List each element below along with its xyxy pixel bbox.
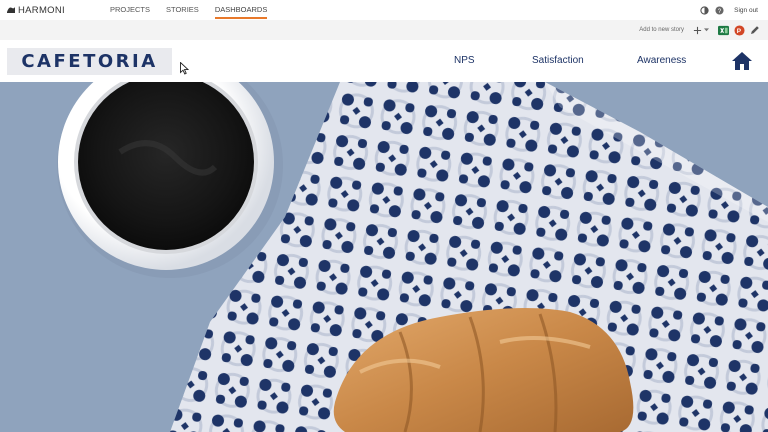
- appbar-actions: ? Sign out: [700, 0, 758, 20]
- harmoni-mark-icon: [7, 7, 15, 13]
- excel-icon[interactable]: [718, 25, 729, 36]
- app-bar: HARMONI PROJECTS STORIES DASHBOARDS ? Si…: [0, 0, 768, 21]
- tab-nps[interactable]: NPS: [454, 40, 475, 82]
- brand-name: HARMONI: [18, 4, 65, 16]
- mouse-cursor-icon: [180, 62, 189, 75]
- signout-link[interactable]: Sign out: [734, 7, 758, 14]
- hero-illustration: [0, 82, 768, 432]
- hero-image: [0, 82, 768, 432]
- home-icon[interactable]: [731, 51, 753, 71]
- add-to-story-label: Add to new story: [639, 27, 684, 33]
- chevron-down-icon: [704, 28, 709, 32]
- cafetoria-logo[interactable]: CAFETORIA: [7, 48, 172, 75]
- svg-text:?: ?: [718, 7, 722, 14]
- help-icon[interactable]: ?: [715, 5, 724, 15]
- contrast-icon[interactable]: [700, 5, 709, 15]
- plus-icon: [693, 26, 702, 34]
- harmoni-logo[interactable]: HARMONI: [6, 4, 65, 16]
- svg-text:P: P: [737, 27, 742, 34]
- toolbar-actions: Add to new story P: [639, 20, 760, 40]
- powerpoint-icon[interactable]: P: [734, 24, 745, 36]
- dashboard-header: CAFETORIA NPS Satisfaction Awareness: [0, 40, 768, 82]
- pencil-icon[interactable]: [750, 25, 760, 35]
- nav-dashboards[interactable]: DASHBOARDS: [214, 0, 268, 19]
- add-to-story-button[interactable]: [689, 23, 713, 37]
- nav-stories[interactable]: STORIES: [166, 0, 199, 19]
- nav-projects[interactable]: PROJECTS: [110, 0, 150, 19]
- tab-satisfaction[interactable]: Satisfaction: [532, 40, 584, 82]
- main-nav: PROJECTS STORIES DASHBOARDS: [110, 0, 268, 20]
- logo-text: CAFETORIA: [21, 51, 158, 72]
- tab-awareness[interactable]: Awareness: [637, 40, 686, 82]
- story-toolbar: Add to new story P: [0, 20, 768, 40]
